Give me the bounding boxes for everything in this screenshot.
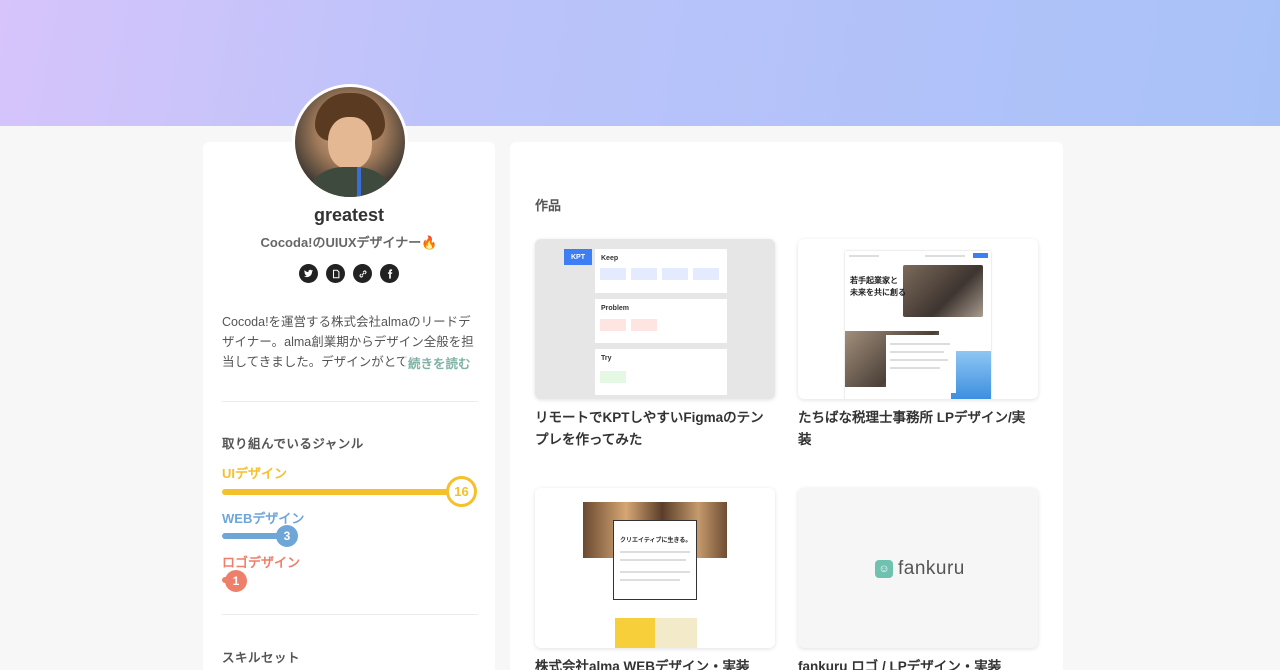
lp-hero-title: 若手起業家と 未来を共に創る: [850, 276, 906, 297]
kpt-keep-label: Keep: [601, 255, 619, 262]
social-links: [299, 264, 399, 283]
work-title-alma[interactable]: 株式会社alma WEBデザイン・実装: [535, 656, 775, 670]
genre-bar-web: [222, 533, 282, 539]
skills-title: スキルセット: [222, 651, 301, 665]
alma-copy: クリエイティブに生きる。: [620, 538, 692, 544]
genre-count-ui: 16: [446, 476, 477, 507]
fankuru-logo: ☺ fankuru: [875, 558, 965, 580]
fankuru-logo-text: fankuru: [898, 558, 965, 579]
work-thumbnail-kpt[interactable]: KPT Keep Problem Try: [535, 239, 775, 399]
kpt-keep-panel: Keep: [595, 249, 727, 293]
lp-hero-photo: [903, 265, 983, 317]
avatar-photo: [295, 87, 405, 197]
work-thumbnail-fankuru[interactable]: ☺ fankuru: [798, 488, 1038, 648]
genre-count-logo: 1: [225, 570, 247, 592]
genre-count-web: 3: [276, 525, 298, 547]
kpt-try-label: Try: [601, 355, 612, 362]
divider: [222, 401, 478, 402]
kpt-problem-label: Problem: [601, 305, 630, 312]
username: greatest: [313, 205, 385, 225]
note-icon[interactable]: [326, 264, 345, 283]
tagline: Cocoda!のUIUXデザイナー🔥: [260, 235, 438, 250]
fankuru-logo-icon: ☺: [875, 560, 893, 578]
link-icon[interactable]: [353, 264, 372, 283]
work-title-fankuru[interactable]: fankuru ロゴ / LPデザイン・実装: [798, 656, 1038, 670]
kpt-try-panel: Try: [595, 349, 727, 395]
kpt-problem-panel: Problem: [595, 299, 727, 343]
twitter-icon[interactable]: [299, 264, 318, 283]
genre-label-logo[interactable]: ロゴデザイン: [222, 552, 300, 571]
profile-banner: [0, 0, 1280, 126]
work-title-tachibana[interactable]: たちばな税理士事務所 LPデザイン/実装: [798, 407, 1038, 451]
work-title-kpt[interactable]: リモートでKPTしやすいFigmaのテンプレを作ってみた: [535, 407, 775, 451]
genres-title: 取り組んでいるジャンル: [222, 437, 364, 451]
read-more-link[interactable]: 続きを読む: [404, 353, 471, 372]
kpt-badge: KPT: [564, 249, 592, 265]
genre-label-ui[interactable]: UIデザイン: [222, 463, 287, 482]
avatar[interactable]: [292, 84, 408, 200]
facebook-icon[interactable]: [380, 264, 399, 283]
work-thumbnail-alma[interactable]: クリエイティブに生きる。: [535, 488, 775, 648]
divider: [222, 614, 478, 615]
work-thumbnail-tachibana[interactable]: 若手起業家と 未来を共に創る: [798, 239, 1038, 399]
works-title: 作品: [535, 198, 562, 213]
genre-label-web[interactable]: WEBデザイン: [222, 508, 304, 527]
genre-bar-ui: [222, 489, 462, 495]
